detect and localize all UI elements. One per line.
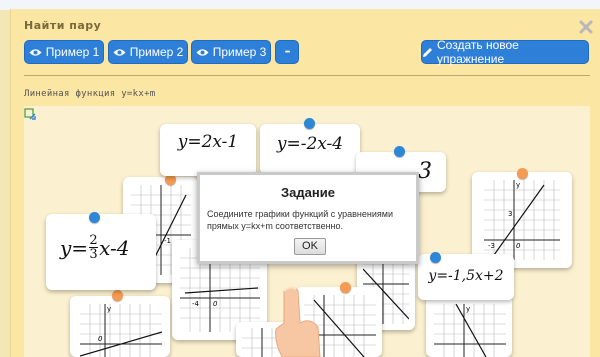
equation-card-1[interactable]: y=2x-1	[160, 124, 256, 176]
axis-label: y	[466, 305, 470, 313]
connector-dot[interactable]	[517, 168, 528, 179]
hand-pointer-icon	[275, 286, 321, 357]
eye-icon	[113, 48, 126, 56]
create-exercise-button[interactable]: Создать новое упражнение	[421, 38, 589, 66]
dialog-title: Задание	[281, 185, 335, 200]
example-1-button[interactable]: Пример 1	[24, 40, 104, 64]
example-2-label: Пример 2	[129, 45, 184, 59]
pencil-icon	[423, 47, 432, 57]
equation-card-4[interactable]: y= 2 3 x-4	[46, 214, 156, 290]
equation-left: y=	[60, 235, 89, 260]
example-2-button[interactable]: Пример 2	[108, 40, 188, 64]
connector-dot[interactable]	[304, 118, 315, 129]
axis-label: -3	[488, 242, 495, 250]
panel-title: Найти пару	[24, 19, 102, 32]
graph-plot: y 0	[80, 304, 162, 357]
axis-label: -4	[192, 300, 200, 308]
axis-label: y	[107, 305, 111, 313]
axis-label: 0	[213, 300, 218, 308]
example-3-button[interactable]: Пример 3	[191, 40, 271, 64]
axis-label: y	[516, 181, 520, 189]
connector-dot[interactable]	[394, 146, 405, 157]
create-exercise-label: Создать новое упражнение	[437, 38, 519, 66]
graph-plot: y	[434, 304, 506, 357]
equation-text: y=-1,5x+2	[428, 268, 504, 284]
eye-icon	[29, 48, 42, 56]
connector-dot[interactable]	[112, 290, 123, 301]
exercise-title: Линейная функция y=kx+m	[24, 89, 156, 99]
equation-text: 3	[418, 159, 432, 184]
graph-card[interactable]: y	[426, 296, 512, 357]
task-dialog: Задание Соедините графики функций с урав…	[197, 172, 419, 264]
fraction-equation: y= 2 3 x-4	[60, 234, 129, 261]
connector-dot[interactable]	[89, 212, 100, 223]
eye-icon	[196, 48, 209, 56]
axis-label: 3	[508, 210, 512, 218]
example-1-label: Пример 1	[45, 45, 100, 59]
fraction-denominator: 3	[89, 247, 98, 262]
axis-label: 0	[516, 242, 521, 250]
close-icon[interactable]	[578, 19, 594, 35]
axis-label: -1	[164, 237, 171, 245]
graph-plot: y 3 -3 0	[484, 180, 560, 260]
equation-card-2[interactable]: y=-2x-4	[260, 124, 360, 174]
graph-card[interactable]: y 0	[70, 296, 170, 357]
dialog-text: Соедините графики функций с уравнениями …	[207, 209, 393, 231]
example-3-label: Пример 3	[212, 45, 267, 59]
divider	[24, 75, 590, 76]
fullscreen-icon[interactable]	[24, 108, 36, 120]
axis-label: 0	[98, 335, 103, 343]
fraction: 2 3	[89, 233, 99, 262]
equation-right: x-4	[99, 235, 130, 260]
equation-text: y=2x-1	[177, 132, 239, 152]
ok-button[interactable]: OK	[294, 238, 326, 255]
more-button[interactable]: •••	[275, 40, 299, 64]
connector-dot[interactable]	[430, 252, 441, 263]
equation-text: y=-2x-4	[276, 134, 344, 154]
fraction-numerator: 2	[89, 233, 98, 248]
more-label: •••	[284, 48, 290, 56]
